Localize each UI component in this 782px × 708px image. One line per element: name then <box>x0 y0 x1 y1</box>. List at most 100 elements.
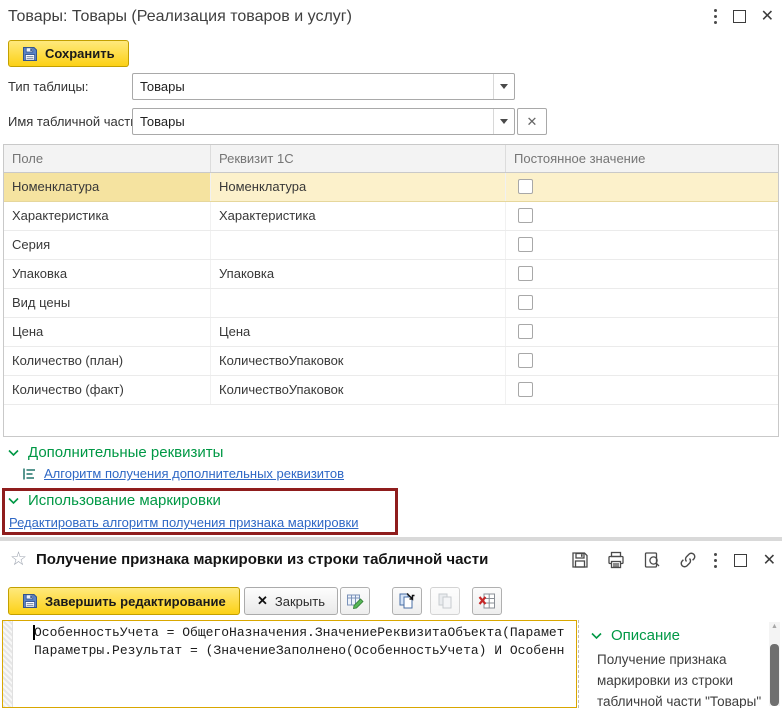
table-row[interactable]: Номенклатура Номенклатура <box>4 173 778 202</box>
constant-checkbox[interactable] <box>518 324 533 339</box>
constant-cell[interactable] <box>506 202 778 230</box>
table-row[interactable]: Характеристика Характеристика <box>4 202 778 231</box>
table-row[interactable]: Серия <box>4 231 778 260</box>
field-cell[interactable]: Цена <box>4 318 211 346</box>
attribute-cell[interactable]: КоличествоУпаковок <box>211 347 506 375</box>
clear-field-button[interactable]: ✕ <box>517 108 547 135</box>
attribute-cell[interactable] <box>211 289 506 317</box>
section-extra-title: Дополнительные реквизиты <box>28 444 223 461</box>
algorithm-icon <box>22 467 36 481</box>
code-line[interactable]: ОсобенностьУчета = ОбщегоНазначения.Знач… <box>34 625 574 640</box>
copy-button[interactable] <box>392 587 422 615</box>
constant-checkbox[interactable] <box>518 237 533 252</box>
section-description[interactable]: Описание <box>591 627 680 644</box>
section-marking-title: Использование маркировки <box>28 492 221 509</box>
field-cell[interactable]: Характеристика <box>4 202 211 230</box>
constant-cell[interactable] <box>506 318 778 346</box>
close-icon[interactable]: ✕ <box>761 10 774 23</box>
attribute-cell[interactable] <box>211 231 506 259</box>
field-cell[interactable]: Номенклатура <box>4 173 211 201</box>
constant-checkbox[interactable] <box>518 208 533 223</box>
table-pencil-icon <box>346 592 364 610</box>
preview-icon[interactable] <box>642 550 662 570</box>
edit-marking-algorithm-link[interactable]: Редактировать алгоритм получения признак… <box>9 515 358 530</box>
extra-attributes-link-row: Алгоритм получения дополнительных реквиз… <box>22 466 344 481</box>
column-header-constant[interactable]: Постоянное значение <box>506 145 778 172</box>
scrollbar-thumb[interactable] <box>770 644 779 706</box>
window2-controls: ✕ <box>570 550 776 570</box>
field-cell[interactable]: Упаковка <box>4 260 211 288</box>
tabular-name-value: Товары <box>140 114 185 129</box>
check-algorithm-button[interactable] <box>340 587 370 615</box>
constant-cell[interactable] <box>506 347 778 375</box>
dropdown-arrow-icon[interactable] <box>493 109 514 134</box>
close-x-icon: ✕ <box>257 593 268 609</box>
constant-checkbox[interactable] <box>518 295 533 310</box>
constant-cell[interactable] <box>506 289 778 317</box>
section-marking[interactable]: Использование маркировки <box>8 492 221 509</box>
window1-controls: ✕ <box>714 9 774 24</box>
maximize-icon[interactable] <box>734 554 747 567</box>
print-icon[interactable] <box>606 550 626 570</box>
table-row[interactable]: Количество (факт) КоличествоУпаковок <box>4 376 778 405</box>
field-cell[interactable]: Вид цены <box>4 289 211 317</box>
constant-cell[interactable] <box>506 260 778 288</box>
column-header-attribute[interactable]: Реквизит 1С <box>211 145 506 172</box>
mapping-table: Поле Реквизит 1С Постоянное значение Ном… <box>3 144 779 437</box>
constant-checkbox[interactable] <box>518 353 533 368</box>
code-line[interactable]: Параметры.Результат = (ЗначениеЗаполнено… <box>34 643 574 658</box>
window2-title: Получение признака маркировки из строки … <box>36 551 488 568</box>
field-cell[interactable]: Серия <box>4 231 211 259</box>
constant-checkbox[interactable] <box>518 179 533 194</box>
extra-attributes-algorithm-link[interactable]: Алгоритм получения дополнительных реквиз… <box>44 466 344 481</box>
attribute-cell[interactable]: КоличествоУпаковок <box>211 376 506 404</box>
vertical-scrollbar[interactable]: ▲ <box>769 622 780 706</box>
export-excel-button[interactable] <box>472 587 502 615</box>
constant-cell[interactable] <box>506 173 778 201</box>
save-icon[interactable] <box>570 550 590 570</box>
screen: Товары: Товары (Реализация товаров и усл… <box>0 0 782 708</box>
attribute-cell[interactable]: Упаковка <box>211 260 506 288</box>
description-title: Описание <box>611 627 680 644</box>
field-cell[interactable]: Количество (план) <box>4 347 211 375</box>
section-extra-attributes[interactable]: Дополнительные реквизиты <box>8 444 223 461</box>
mapping-table-body: Номенклатура Номенклатура Характеристика… <box>4 173 778 405</box>
window-separator <box>0 537 782 541</box>
table-row[interactable]: Количество (план) КоличествоУпаковок <box>4 347 778 376</box>
code-editor[interactable]: ОсобенностьУчета = ОбщегоНазначения.Знач… <box>2 620 577 708</box>
more-menu-icon[interactable] <box>714 9 718 24</box>
floppy-icon <box>22 593 38 609</box>
finish-editing-button[interactable]: Завершить редактирование <box>8 587 240 615</box>
more-menu-icon[interactable] <box>714 553 718 568</box>
paste-button[interactable] <box>430 587 460 615</box>
code-gutter <box>3 621 13 707</box>
constant-cell[interactable] <box>506 376 778 404</box>
table-row[interactable]: Упаковка Упаковка <box>4 260 778 289</box>
excel-table-icon <box>478 592 496 610</box>
close-icon[interactable]: ✕ <box>763 554 776 567</box>
table-type-value: Товары <box>140 79 185 94</box>
chevron-down-icon <box>591 632 602 640</box>
link-icon[interactable] <box>678 550 698 570</box>
attribute-cell[interactable]: Характеристика <box>211 202 506 230</box>
constant-cell[interactable] <box>506 231 778 259</box>
save-button-label: Сохранить <box>45 46 115 61</box>
finish-editing-label: Завершить редактирование <box>45 594 226 609</box>
favorite-star-icon[interactable]: ☆ <box>10 548 27 571</box>
maximize-icon[interactable] <box>733 10 746 23</box>
table-type-combobox[interactable]: Товары <box>132 73 515 100</box>
table-row[interactable]: Вид цены <box>4 289 778 318</box>
column-header-field[interactable]: Поле <box>4 145 211 172</box>
constant-checkbox[interactable] <box>518 266 533 281</box>
chevron-down-icon <box>8 449 19 457</box>
save-button[interactable]: Сохранить <box>8 40 129 67</box>
attribute-cell[interactable]: Цена <box>211 318 506 346</box>
constant-checkbox[interactable] <box>518 382 533 397</box>
dropdown-arrow-icon[interactable] <box>493 74 514 99</box>
attribute-cell[interactable]: Номенклатура <box>211 173 506 201</box>
close-button[interactable]: ✕ Закрыть <box>244 587 338 615</box>
table-row[interactable]: Цена Цена <box>4 318 778 347</box>
tabular-name-combobox[interactable]: Товары <box>132 108 515 135</box>
scroll-up-icon[interactable]: ▲ <box>770 623 779 630</box>
field-cell[interactable]: Количество (факт) <box>4 376 211 404</box>
